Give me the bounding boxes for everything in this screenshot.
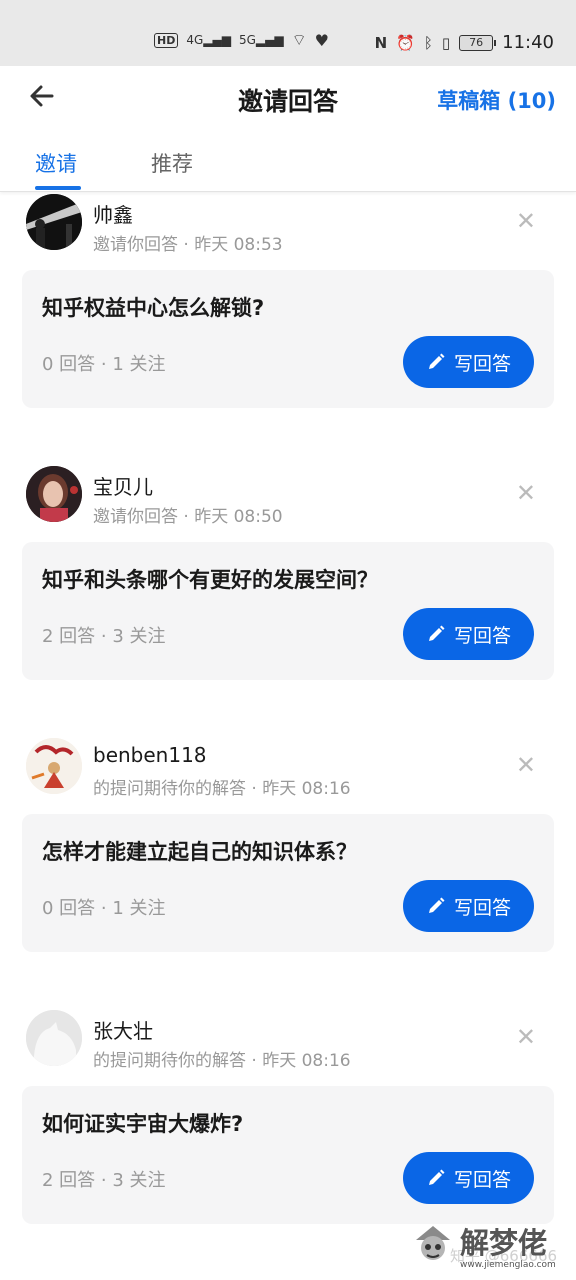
active-tab-indicator (35, 186, 81, 190)
vibrate-icon: ▯ (441, 33, 451, 52)
drafts-button[interactable]: 草稿箱 (10) (437, 85, 556, 115)
signal-5g-label: 5G (238, 33, 256, 47)
avatar-image (26, 466, 82, 522)
status-right-icons: N ⏰ ᛒ ▯ 76 11:40 (375, 32, 554, 53)
close-icon[interactable]: ✕ (516, 481, 536, 505)
question-title[interactable]: 知乎权益中心怎么解锁? (42, 292, 264, 322)
watermark-logo-icon (412, 1222, 454, 1272)
inviter-name[interactable]: 宝贝儿 (93, 471, 153, 500)
default-avatar-image (26, 1010, 82, 1066)
signal-4g-icon: 4G▂▄▆ (186, 33, 231, 47)
status-left-icons: HD 4G▂▄▆ 5G▂▄▆ ⌔ ♥ (154, 30, 329, 50)
question-title[interactable]: 知乎和头条哪个有更好的发展空间？ (42, 564, 378, 594)
tab-invite[interactable]: 邀请 (35, 148, 77, 178)
question-title[interactable]: 怎样才能建立起自己的知识体系？ (42, 836, 357, 866)
invite-meta: 邀请你回答 · 昨天 08:50 (93, 507, 283, 527)
wifi-icon: ⌔ (291, 30, 307, 49)
write-answer-label: 写回答 (453, 896, 511, 919)
tab-bar: 邀请 推荐 (0, 130, 576, 192)
question-card[interactable]: 怎样才能建立起自己的知识体系？ 0 回答 · 1 关注 写回答 (22, 814, 554, 952)
invite-meta: 的提问期待你的解答 · 昨天 08:16 (93, 779, 351, 799)
inviter-name[interactable]: 张大壮 (93, 1015, 153, 1044)
pencil-icon (426, 1168, 446, 1188)
inviter-row: 张大壮 的提问期待你的解答 · 昨天 08:16 ✕ (0, 1008, 576, 1078)
close-icon[interactable]: ✕ (516, 209, 536, 233)
status-bar: HD 4G▂▄▆ 5G▂▄▆ ⌔ ♥ N ⏰ ᛒ ▯ 76 11:40 (0, 0, 576, 66)
avatar[interactable] (26, 1010, 82, 1066)
top-app-bar: 邀请回答 草稿箱 (10) (0, 66, 576, 130)
signal-5g-icon: 5G▂▄▆ (238, 33, 284, 47)
watermark: 知乎 @666666 解梦佬 www.jiemenglao.com (408, 1216, 576, 1280)
inviter-row: benben118 的提问期待你的解答 · 昨天 08:16 ✕ (0, 736, 576, 806)
question-title[interactable]: 如何证实宇宙大爆炸? (42, 1108, 243, 1138)
watermark-text: 解梦佬 (460, 1226, 548, 1260)
write-answer-button[interactable]: 写回答 (403, 608, 534, 660)
question-card[interactable]: 知乎和头条哪个有更好的发展空间？ 2 回答 · 3 关注 写回答 (22, 542, 554, 680)
invite-meta: 的提问期待你的解答 · 昨天 08:16 (93, 1051, 351, 1071)
write-answer-label: 写回答 (453, 1168, 511, 1191)
avatar-image (26, 738, 82, 794)
bluetooth-icon: ᛒ (423, 33, 433, 52)
pencil-icon (426, 352, 446, 372)
write-answer-button[interactable]: 写回答 (403, 880, 534, 932)
hd-icon: HD (154, 32, 179, 48)
battery-icon: 76 (459, 34, 497, 51)
heart-icon: ♥ (314, 30, 329, 50)
alarm-icon: ⏰ (396, 33, 415, 52)
write-answer-button[interactable]: 写回答 (403, 1152, 534, 1204)
signal-4g-label: 4G (186, 33, 204, 47)
pencil-icon (426, 896, 446, 916)
inviter-row: 宝贝儿 邀请你回答 · 昨天 08:50 ✕ (0, 464, 576, 534)
write-answer-label: 写回答 (453, 624, 511, 647)
avatar-image (26, 194, 82, 250)
question-stats: 2 回答 · 3 关注 (42, 1170, 166, 1191)
question-stats: 0 回答 · 1 关注 (42, 898, 166, 919)
inviter-name[interactable]: 帅鑫 (93, 199, 133, 228)
invite-meta: 邀请你回答 · 昨天 08:53 (93, 235, 283, 255)
question-card[interactable]: 如何证实宇宙大爆炸? 2 回答 · 3 关注 写回答 (22, 1086, 554, 1224)
avatar[interactable] (26, 738, 82, 794)
avatar[interactable] (26, 466, 82, 522)
pencil-icon (426, 624, 446, 644)
close-icon[interactable]: ✕ (516, 1025, 536, 1049)
question-stats: 0 回答 · 1 关注 (42, 354, 166, 375)
watermark-url: www.jiemenglao.com (460, 1260, 556, 1270)
inviter-name[interactable]: benben118 (93, 743, 207, 767)
write-answer-button[interactable]: 写回答 (403, 336, 534, 388)
inviter-row: 帅鑫 邀请你回答 · 昨天 08:53 ✕ (0, 192, 576, 262)
write-answer-label: 写回答 (453, 352, 511, 375)
question-stats: 2 回答 · 3 关注 (42, 626, 166, 647)
close-icon[interactable]: ✕ (516, 753, 536, 777)
tab-recommend[interactable]: 推荐 (151, 148, 193, 178)
nfc-icon: N (374, 33, 388, 52)
clock: 11:40 (502, 32, 554, 53)
question-card[interactable]: 知乎权益中心怎么解锁? 0 回答 · 1 关注 写回答 (22, 270, 554, 408)
avatar[interactable] (26, 194, 82, 250)
